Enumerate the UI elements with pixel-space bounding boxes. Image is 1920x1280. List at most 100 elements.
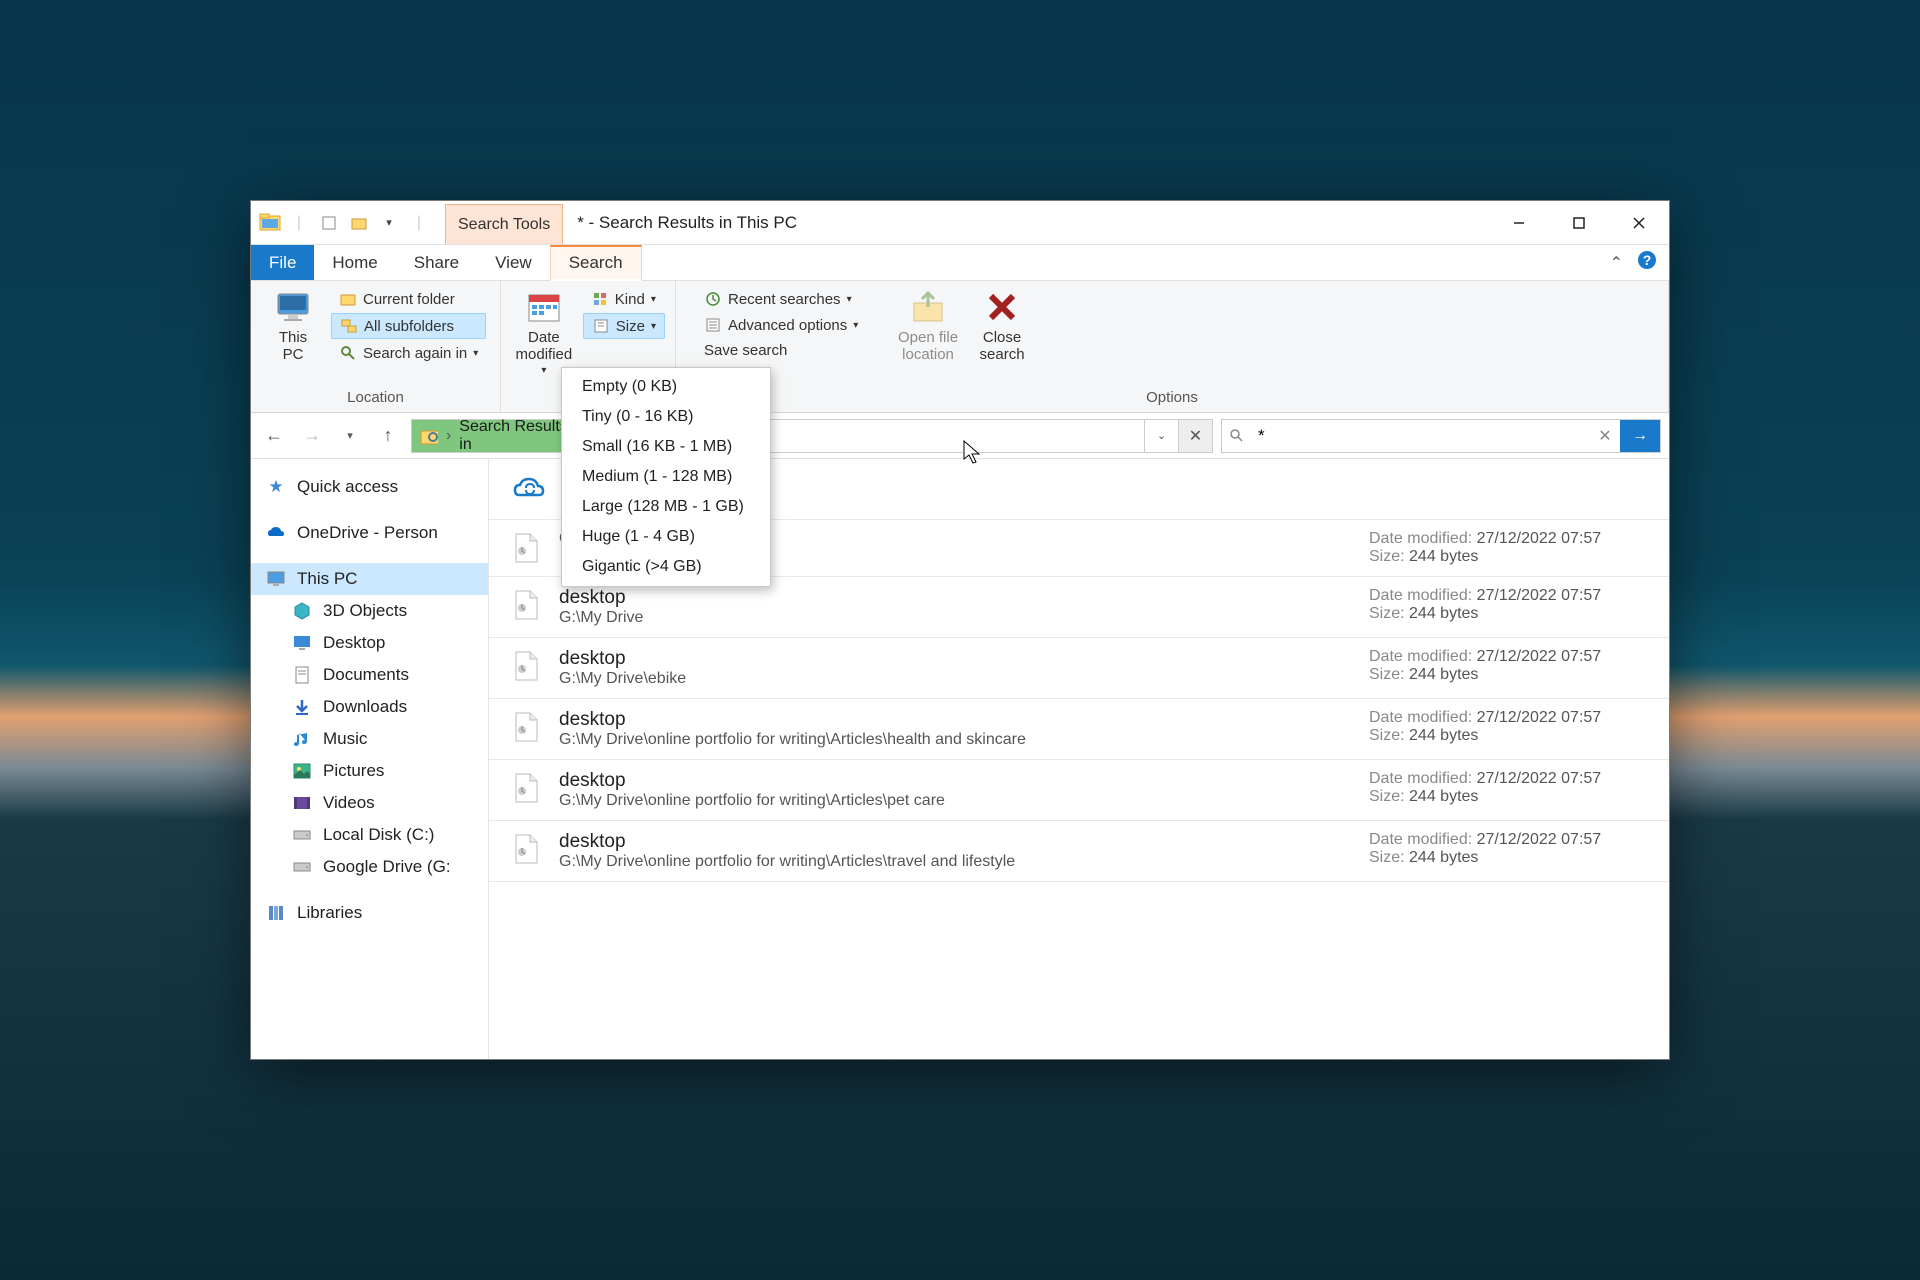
- open-location-icon: [908, 287, 948, 327]
- size-label: Size: [616, 318, 645, 335]
- kind-icon: [591, 290, 609, 308]
- result-size: 244 bytes: [1409, 727, 1478, 744]
- qa-properties-icon[interactable]: [315, 208, 343, 238]
- collapse-ribbon-icon[interactable]: ⌃: [1610, 253, 1623, 273]
- result-name: desktop: [559, 587, 1355, 609]
- result-date: 27/12/2022 07:57: [1477, 770, 1602, 787]
- nav-downloads[interactable]: Downloads: [251, 691, 488, 723]
- size-label: Size:: [1369, 666, 1405, 683]
- size-label: Size:: [1369, 548, 1405, 565]
- kind-label: Kind: [615, 291, 645, 308]
- chevron-down-icon: ▾: [473, 348, 478, 359]
- date-modified-button[interactable]: Date modified▾: [511, 285, 577, 378]
- nav-videos[interactable]: Videos: [251, 787, 488, 819]
- address-dropdown-button[interactable]: ⌄: [1144, 420, 1178, 452]
- search-tools-context-tab[interactable]: Search Tools: [445, 204, 563, 244]
- nav-desktop[interactable]: Desktop: [251, 627, 488, 659]
- result-size: 244 bytes: [1409, 849, 1478, 866]
- size-label: Size:: [1369, 849, 1405, 866]
- file-icon: [509, 831, 545, 867]
- recent-icon: [704, 290, 722, 308]
- file-icon: [509, 648, 545, 684]
- result-row[interactable]: desktopG:\My Drive\online portfolio for …: [489, 821, 1669, 882]
- date-modified-label: Date modified:: [1369, 709, 1472, 726]
- download-icon: [291, 696, 313, 718]
- folder-icon: [339, 290, 357, 308]
- close-search-button[interactable]: Close search: [970, 285, 1034, 365]
- minimize-button[interactable]: [1489, 203, 1549, 243]
- qa-customize-dropdown-icon[interactable]: ▾: [375, 208, 403, 238]
- up-button[interactable]: ↑: [373, 421, 403, 451]
- address-clear-button[interactable]: ✕: [1178, 420, 1212, 452]
- save-search-button[interactable]: Save search: [696, 339, 886, 362]
- qa-new-folder-icon[interactable]: [345, 208, 373, 238]
- nav-this-pc[interactable]: This PC: [251, 563, 488, 595]
- nav-local-disk[interactable]: Local Disk (C:): [251, 819, 488, 851]
- all-subfolders-button[interactable]: All subfolders: [331, 313, 486, 339]
- pc-icon: [265, 568, 287, 590]
- close-button[interactable]: [1609, 203, 1669, 243]
- result-name: desktop: [559, 648, 1355, 670]
- calendar-icon: [524, 287, 564, 327]
- size-option-empty[interactable]: Empty (0 KB): [562, 372, 770, 402]
- search-results-folder-icon: [420, 426, 438, 446]
- result-row[interactable]: desktopG:\My Drive\online portfolio for …: [489, 699, 1669, 760]
- search-go-button[interactable]: →: [1620, 420, 1660, 452]
- drive-icon: [291, 856, 313, 878]
- nav-music[interactable]: Music: [251, 723, 488, 755]
- qa-separator2: |: [405, 208, 433, 238]
- size-option-large[interactable]: Large (128 MB - 1 GB): [562, 492, 770, 522]
- address-breadcrumb[interactable]: › Search Results in: [412, 420, 580, 452]
- this-pc-button[interactable]: This PC: [261, 285, 325, 365]
- nav-pictures[interactable]: Pictures: [251, 755, 488, 787]
- tab-view[interactable]: View: [477, 245, 550, 280]
- size-option-medium[interactable]: Medium (1 - 128 MB): [562, 462, 770, 492]
- size-label: Size:: [1369, 788, 1405, 805]
- advanced-options-button[interactable]: Advanced options▾: [696, 313, 886, 337]
- back-button[interactable]: ←: [259, 421, 289, 451]
- date-modified-label: Date modified:: [1369, 831, 1472, 848]
- result-path: G:\My Drive\ebike: [559, 670, 1355, 688]
- ribbon-tabs: File Home Share View Search ⌃ ?: [251, 245, 1669, 281]
- forward-button[interactable]: →: [297, 421, 327, 451]
- navigation-pane: ★Quick access OneDrive - Person This PC …: [251, 459, 489, 1059]
- open-file-location-button[interactable]: Open file location: [892, 285, 964, 365]
- search-input[interactable]: [1252, 420, 1590, 452]
- tab-share[interactable]: Share: [396, 245, 477, 280]
- search-again-button[interactable]: Search again in▾: [331, 341, 486, 365]
- result-row[interactable]: desktopG:\My Drive\online portfolio for …: [489, 760, 1669, 821]
- recent-locations-button[interactable]: ▾: [335, 421, 365, 451]
- svg-text:?: ?: [1643, 252, 1652, 268]
- help-icon[interactable]: ?: [1637, 250, 1657, 275]
- size-option-tiny[interactable]: Tiny (0 - 16 KB): [562, 402, 770, 432]
- music-icon: [291, 728, 313, 750]
- nav-quick-access[interactable]: ★Quick access: [251, 471, 488, 503]
- kind-button[interactable]: Kind▾: [583, 287, 665, 311]
- size-option-gigantic[interactable]: Gigantic (>4 GB): [562, 552, 770, 582]
- result-path: G:\My Drive\online portfolio for writing…: [559, 853, 1355, 871]
- size-option-small[interactable]: Small (16 KB - 1 MB): [562, 432, 770, 462]
- nav-google-drive[interactable]: Google Drive (G:: [251, 851, 488, 883]
- qa-separator: |: [285, 208, 313, 238]
- file-icon: [509, 587, 545, 623]
- search-clear-button[interactable]: ✕: [1590, 420, 1620, 452]
- nav-onedrive[interactable]: OneDrive - Person: [251, 517, 488, 549]
- current-folder-button[interactable]: Current folder: [331, 287, 486, 311]
- nav-libraries[interactable]: Libraries: [251, 897, 488, 929]
- window-title: * - Search Results in This PC: [563, 201, 1489, 244]
- tab-home[interactable]: Home: [314, 245, 395, 280]
- result-row[interactable]: desktopG:\My Drive\ebikeDate modified: 2…: [489, 638, 1669, 699]
- tab-search[interactable]: Search: [550, 245, 642, 281]
- nav-documents[interactable]: Documents: [251, 659, 488, 691]
- search-box[interactable]: ✕ →: [1221, 419, 1661, 453]
- disk-icon: [291, 824, 313, 846]
- tab-file[interactable]: File: [251, 245, 314, 280]
- address-bar[interactable]: › Search Results in ⌄ ✕: [411, 419, 1213, 453]
- maximize-button[interactable]: [1549, 203, 1609, 243]
- size-button[interactable]: Size▾: [583, 313, 665, 339]
- result-path: G:\My Drive\online portfolio for writing…: [559, 731, 1355, 749]
- nav-3d-objects[interactable]: 3D Objects: [251, 595, 488, 627]
- size-option-huge[interactable]: Huge (1 - 4 GB): [562, 522, 770, 552]
- desktop-icon: [291, 632, 313, 654]
- recent-searches-button[interactable]: Recent searches▾: [696, 287, 886, 311]
